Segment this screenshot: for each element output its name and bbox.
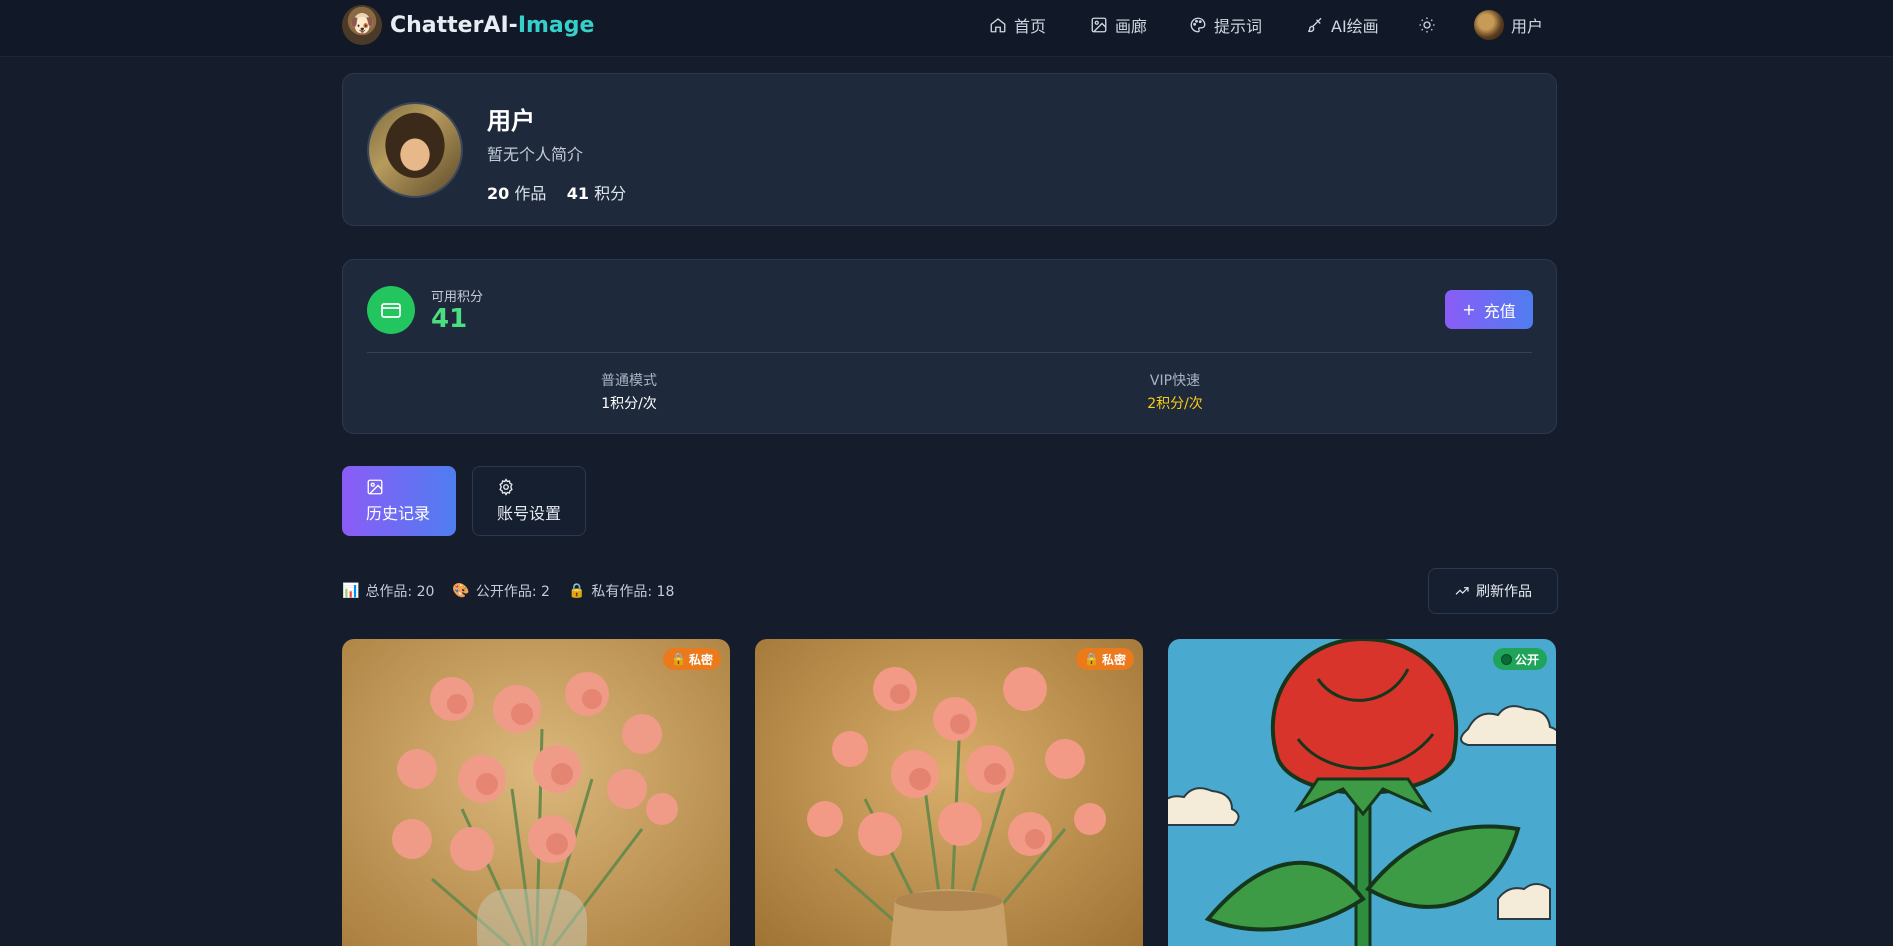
divider [367, 352, 1532, 353]
tab-label: 历史记录 [366, 504, 431, 523]
works-label: 作品 [514, 184, 547, 203]
brand[interactable]: 🐶 ChatterAI-Image [342, 4, 594, 46]
lock-icon: 🔒 [567, 583, 586, 599]
nav-label: AI绘画 [1331, 17, 1379, 36]
tab-history[interactable]: 历史记录 [342, 466, 456, 536]
refresh-works-button[interactable]: 刷新作品 [1428, 568, 1558, 614]
artwork-image [342, 639, 730, 946]
lock-icon: 🔒 [671, 652, 686, 666]
nav-item-ai-drawing[interactable]: AI绘画 [1306, 11, 1379, 39]
image-icon [367, 479, 383, 495]
credits-label: 积分 [594, 184, 627, 203]
nav-label: 首页 [1014, 17, 1047, 36]
palette-icon [1190, 17, 1206, 33]
image-icon [1091, 17, 1107, 33]
nav-item-gallery[interactable]: 画廊 [1090, 11, 1147, 39]
nav-item-home[interactable]: 首页 [989, 11, 1046, 39]
gear-icon [499, 478, 513, 496]
nav-label: 画廊 [1115, 17, 1148, 36]
profile-card: 用户 暂无个人简介 20 作品 41 积分 [342, 73, 1557, 226]
credit-card-icon [367, 286, 415, 334]
lock-icon: 🔒 [1084, 652, 1099, 666]
recharge-label: 充值 [1483, 301, 1516, 321]
recharge-button[interactable]: + 充值 [1445, 290, 1533, 329]
brand-logo: 🐶 [342, 5, 382, 45]
tab-settings[interactable]: 账号设置 [472, 466, 586, 536]
home-icon [990, 18, 1006, 33]
visibility-badge-private: 🔒 私密 [1076, 648, 1134, 670]
sun-icon [1419, 17, 1435, 33]
user-menu[interactable]: 用户 [1474, 10, 1544, 40]
stat-private: 🔒 私有作品: 18 [567, 583, 675, 600]
palette-icon: 🎨 [452, 583, 470, 599]
mode-standard: 普通模式 1积分/次 [529, 370, 729, 413]
gallery-item[interactable]: 🔒 私密 [342, 639, 730, 946]
credits-value: 41 [431, 304, 468, 334]
trending-up-icon [1455, 587, 1469, 595]
visibility-badge-public: 公开 [1492, 648, 1547, 670]
gallery-item[interactable]: 🔒 私密 [755, 639, 1143, 946]
nav-label: 提示词 [1214, 17, 1263, 36]
mode-label: VIP快速 [1149, 373, 1201, 389]
plus-icon: + [1462, 300, 1476, 319]
mode-value: 2积分/次 [1147, 396, 1203, 412]
profile-stats: 20 作品 41 积分 [487, 180, 626, 204]
avatar [1474, 10, 1504, 40]
top-navbar: 🐶 ChatterAI-Image 首页 画廊 提示词 AI绘画 用户 [0, 0, 1893, 57]
gallery-item[interactable]: 公开 [1168, 639, 1556, 946]
brush-icon [1307, 17, 1322, 33]
works-stats: 📊 总作品: 20 🎨 公开作品: 2 🔒 私有作品: 18 [342, 581, 674, 601]
profile-bio: 暂无个人简介 [487, 145, 584, 164]
profile-name: 用户 [487, 107, 535, 135]
globe-icon [1500, 653, 1512, 665]
artwork-image [755, 639, 1143, 946]
credits-count: 41 [566, 184, 589, 203]
stat-public: 🎨 公开作品: 2 [452, 583, 550, 600]
credits-label: 可用积分 [431, 290, 484, 305]
mode-value: 1积分/次 [601, 396, 657, 412]
tab-label: 账号设置 [497, 504, 562, 523]
mode-label: 普通模式 [601, 373, 657, 389]
works-count: 20 [487, 184, 510, 203]
user-menu-label: 用户 [1511, 17, 1544, 36]
refresh-label: 刷新作品 [1476, 584, 1532, 600]
profile-avatar [367, 102, 463, 198]
bar-chart-icon: 📊 [342, 583, 360, 599]
visibility-badge-private: 🔒 私密 [663, 648, 721, 670]
mode-vip: VIP快速 2积分/次 [1075, 370, 1275, 413]
nav-item-prompts[interactable]: 提示词 [1189, 11, 1262, 39]
artwork-image [1168, 639, 1556, 946]
stat-total: 📊 总作品: 20 [342, 583, 435, 600]
brand-name: ChatterAI-Image [390, 12, 595, 38]
theme-toggle-button[interactable] [1418, 11, 1443, 39]
credits-card: 可用积分 41 + 充值 普通模式 1积分/次 VIP快速 2积分/次 [342, 259, 1557, 434]
